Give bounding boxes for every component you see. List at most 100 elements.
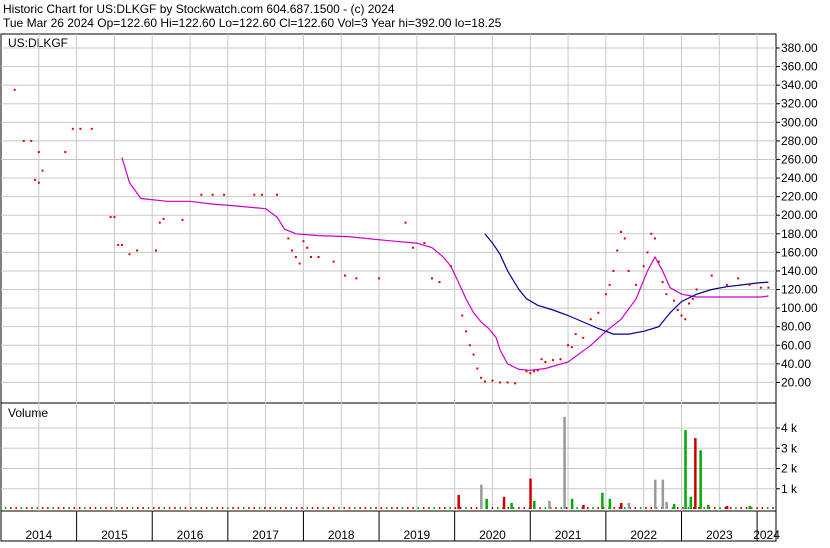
price-point	[574, 333, 577, 336]
volume-bar	[507, 507, 510, 509]
price-point	[589, 318, 592, 321]
volume-tick-label: 4 k	[781, 421, 798, 435]
volume-bar	[729, 507, 732, 509]
price-point	[120, 243, 123, 246]
volume-bar	[761, 507, 764, 509]
price-tick-label: 120.00	[781, 283, 818, 297]
price-point	[540, 358, 543, 361]
price-point	[623, 237, 626, 240]
volume-bar	[620, 502, 623, 509]
price-point	[635, 283, 638, 286]
volume-bar	[457, 494, 460, 509]
price-point	[332, 260, 335, 263]
volume-bar	[396, 507, 398, 509]
year-label: 2023	[706, 528, 733, 542]
price-point	[90, 127, 93, 130]
volume-bar	[253, 507, 256, 509]
volume-bar	[645, 507, 647, 509]
volume-bar	[639, 507, 642, 509]
price-point	[567, 344, 570, 347]
volume-bar	[576, 507, 578, 509]
volume-bar	[523, 507, 525, 509]
year-label: 2015	[101, 528, 128, 542]
price-point	[430, 277, 433, 280]
volume-bar	[512, 507, 515, 509]
volume-bar	[227, 507, 229, 509]
price-point	[688, 302, 691, 305]
price-point	[438, 281, 441, 284]
year-label: 2014	[25, 528, 52, 542]
volume-bar	[295, 507, 298, 509]
volume-bar	[115, 507, 118, 509]
volume-bar	[322, 507, 324, 509]
year-label: 2022	[630, 528, 657, 542]
price-point	[287, 237, 290, 240]
stock-chart: Historic Chart for US:DLKGF by Stockwatc…	[0, 0, 830, 543]
volume-bar	[301, 507, 303, 509]
price-point	[223, 193, 226, 196]
price-point	[536, 369, 539, 372]
volume-bar	[665, 501, 668, 509]
price-point	[461, 314, 464, 317]
volume-bar	[401, 507, 404, 509]
price-point	[759, 286, 762, 289]
volume-bar	[343, 507, 346, 509]
price-point	[476, 367, 479, 370]
price-tick-label: 100.00	[781, 301, 818, 315]
price-point	[491, 379, 494, 382]
price-point	[650, 232, 653, 235]
price-point	[654, 237, 657, 240]
price-point	[465, 330, 467, 333]
volume-bar	[280, 507, 282, 509]
volume-bar	[676, 507, 679, 509]
volume-bar	[529, 478, 532, 509]
price-point	[200, 193, 203, 196]
volume-bar	[100, 507, 102, 509]
price-tick-label: 140.00	[781, 264, 818, 278]
volume-bar	[422, 507, 425, 509]
price-point	[412, 246, 415, 249]
volume-bar	[359, 507, 361, 509]
volume-bar	[10, 507, 12, 509]
price-point	[616, 249, 619, 252]
volume-bar	[601, 492, 604, 509]
price-tick-label: 300.00	[781, 115, 818, 129]
volume-bar	[391, 507, 393, 509]
volume-bar	[586, 507, 589, 509]
price-point	[480, 376, 483, 379]
volume-bar	[258, 507, 261, 509]
volume-bar	[184, 507, 187, 509]
volume-bar	[459, 507, 462, 509]
volume-bar	[510, 502, 513, 509]
volume-bar	[613, 507, 615, 509]
price-point	[344, 274, 347, 277]
volume-bar	[563, 416, 566, 509]
volume-bar	[78, 507, 81, 509]
price-point	[608, 283, 611, 286]
volume-bar	[195, 507, 197, 509]
price-point	[310, 256, 312, 259]
volume-bar	[4, 507, 7, 509]
price-point	[665, 293, 668, 296]
price-tick-label: 260.00	[781, 152, 818, 166]
price-point	[136, 249, 139, 252]
volume-bar	[84, 507, 86, 509]
volume-bar	[699, 450, 702, 509]
price-tick-label: 80.00	[781, 320, 811, 334]
price-point	[211, 193, 214, 196]
volume-bar	[470, 507, 473, 509]
price-point	[128, 253, 131, 256]
price-point	[64, 151, 67, 154]
volume-bar	[518, 507, 520, 509]
volume-bar	[131, 507, 134, 509]
price-point	[22, 139, 25, 142]
chart-canvas: Historic Chart for US:DLKGF by Stockwatc…	[0, 0, 830, 543]
price-tick-label: 360.00	[781, 60, 818, 74]
price-point	[514, 382, 517, 385]
price-tick-label: 380.00	[781, 41, 818, 55]
volume-bar	[205, 507, 208, 509]
year-label: 2021	[555, 528, 582, 542]
price-point	[506, 381, 509, 384]
volume-bar	[354, 507, 356, 509]
volume-bar	[570, 498, 574, 509]
